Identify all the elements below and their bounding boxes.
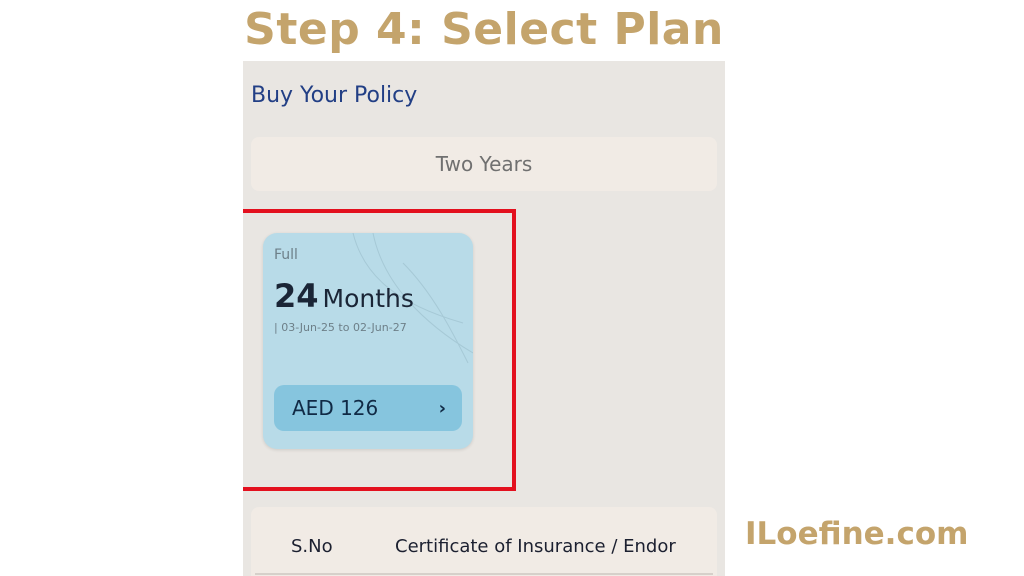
table-divider bbox=[255, 573, 713, 575]
plan-duration-unit: Months bbox=[322, 284, 414, 313]
watermark: ILoefine.com bbox=[745, 516, 969, 552]
plan-duration: 24 Months bbox=[274, 277, 414, 315]
phone-screen: Buy Your Policy Two Years Full 24 Months … bbox=[243, 61, 725, 576]
plan-card[interactable]: Full 24 Months | 03-Jun-25 to 02-Jun-27 A… bbox=[263, 233, 473, 449]
plan-dates: | 03-Jun-25 to 02-Jun-27 bbox=[274, 321, 407, 334]
table-header: S.No Certificate of Insurance / Endor bbox=[251, 507, 717, 576]
chevron-right-icon: › bbox=[438, 397, 446, 419]
column-header-certificate: Certificate of Insurance / Endor bbox=[395, 536, 676, 557]
duration-selector[interactable]: Two Years bbox=[251, 137, 717, 191]
page-title: Step 4: Select Plan bbox=[244, 4, 724, 55]
column-header-sno: S.No bbox=[291, 536, 333, 557]
plan-type: Full bbox=[274, 247, 298, 263]
duration-option-label: Two Years bbox=[435, 152, 533, 176]
plan-duration-number: 24 bbox=[274, 277, 319, 315]
price-label: AED 126 bbox=[292, 396, 379, 420]
price-button[interactable]: AED 126 › bbox=[274, 385, 462, 431]
screen-title: Buy Your Policy bbox=[251, 83, 418, 108]
